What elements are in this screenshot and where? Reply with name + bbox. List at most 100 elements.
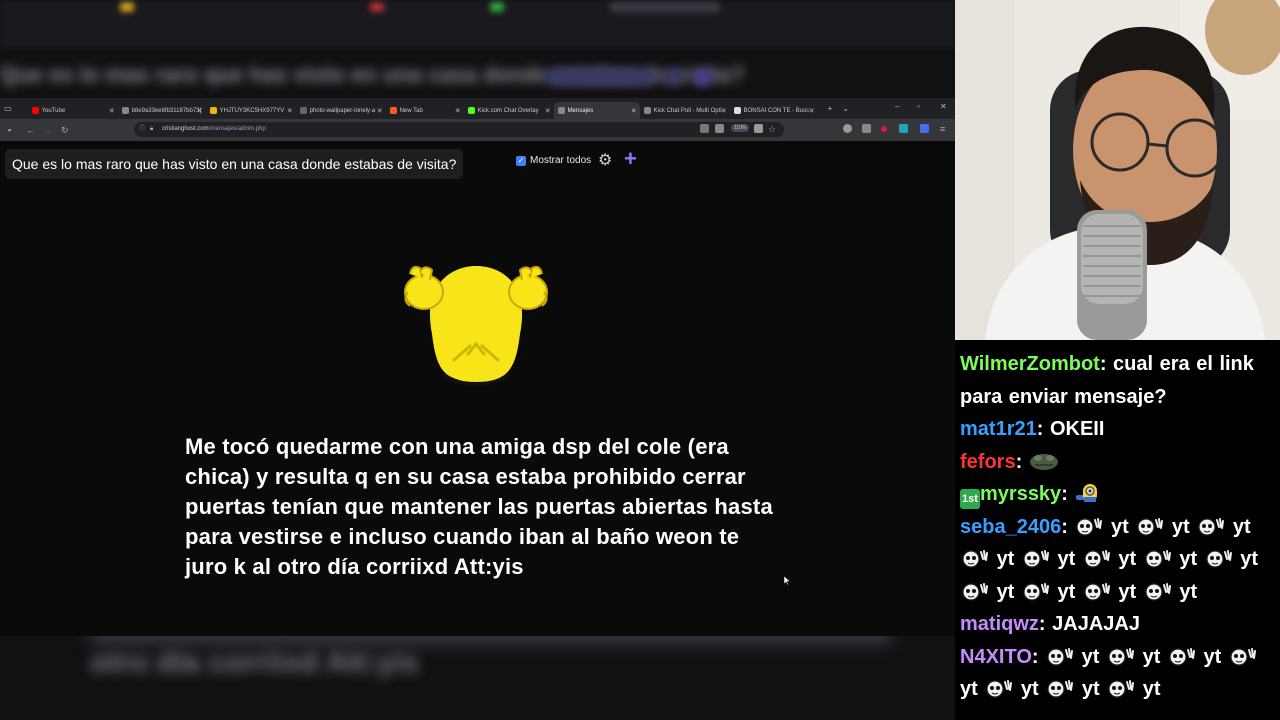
tab-7[interactable]: Kick Chat Poll - Multi Opti ✕ (640, 102, 730, 119)
lock-icon: 🔒︎ (150, 126, 154, 132)
blurred-message-tail: otro día corriixd Att:yis (90, 646, 419, 679)
tab-favicon-icon (643, 107, 651, 114)
wave-emote-icon (962, 550, 988, 568)
tab-1[interactable]: b8e9a33ee6fb31187bb73(✕ (118, 102, 206, 119)
blurred-top-bar (0, 0, 955, 48)
tab-label: photo-wallpaper-lonely-a (309, 107, 376, 114)
tab-label: b8e9a33ee6fb31187bb73( (131, 107, 202, 114)
chat-message: mat1r21: OKEII (960, 418, 1105, 440)
forward-icon[interactable]: → (43, 125, 52, 135)
gear-icon[interactable]: ⚙ (598, 153, 612, 169)
reload-icon[interactable]: ↻ (61, 125, 69, 135)
new-tab-icon[interactable]: + (828, 104, 833, 113)
wave-emote-icon (1206, 550, 1232, 568)
tab-4[interactable]: New Tab ✕ (386, 102, 464, 119)
page-header: Que es lo mas raro que has visto en una … (0, 144, 955, 184)
wave-emote-icon (986, 680, 1013, 698)
chat-username[interactable]: myrssky (980, 483, 1061, 505)
url-input[interactable]: ⓘ 🔒︎ cristianghost.com/mensajes/admin.ph… (134, 122, 784, 137)
tab-search-icon[interactable]: ⌄ (842, 104, 849, 113)
checkbox-check-icon[interactable]: ✓ (516, 155, 526, 166)
chat-username[interactable]: mat1r21 (960, 418, 1037, 440)
tab-close-icon[interactable]: ✕ (545, 107, 551, 115)
wave-emote-icon (962, 582, 988, 601)
chat-text: yt (1179, 580, 1198, 603)
show-all-label: Mostrar todos (530, 155, 592, 166)
tab-label: Mensajes (567, 107, 594, 114)
chat-text: yt (1171, 515, 1190, 538)
chat-text: OKEII (1049, 418, 1105, 440)
tab-5[interactable]: Kick.com Chat Overlay ✕ (464, 102, 554, 119)
minimize-icon[interactable]: – (895, 102, 899, 111)
tab-0[interactable]: YouTube ✕ (28, 102, 118, 119)
record-extension-icon[interactable] (881, 126, 887, 132)
chat-username[interactable]: N4XITO (960, 646, 1032, 668)
close-window-icon[interactable]: ✕ (940, 102, 947, 111)
chat-text: yt (1110, 515, 1129, 538)
tab-close-icon[interactable]: ✕ (631, 107, 637, 115)
chat-message: fefors: (960, 446, 1280, 479)
extension-icon-2[interactable] (862, 124, 871, 133)
chat-text: yt (1142, 645, 1161, 668)
chat-panel: WilmerZombot: cual era el link para envi… (955, 340, 1280, 720)
translate-icon[interactable] (715, 124, 724, 133)
tab-8[interactable]: BONSAI CON TE - Busc ✕ (730, 102, 818, 119)
tab-favicon-icon (389, 107, 397, 114)
address-bar: ▪ ← → ↻ ⓘ 🔒︎ cristianghost.com/mensajes/… (0, 119, 955, 141)
tab-close-icon[interactable]: ✕ (721, 107, 727, 115)
url-path: /mensajes/admin.php (208, 126, 266, 132)
add-icon[interactable]: + (624, 148, 637, 170)
chat-text: yt (1203, 645, 1222, 668)
back-icon[interactable]: ← (26, 125, 35, 135)
extension-icon[interactable] (754, 124, 763, 133)
tab-2[interactable]: YHJTUY3KC5HX977YV ✕ (206, 102, 296, 119)
wave-emote-icon (1076, 517, 1103, 536)
wave-emote-icon (1145, 550, 1171, 568)
message-text: Me tocó quedarme con una amiga dsp del c… (185, 434, 773, 579)
maximize-icon[interactable]: ▫ (917, 102, 920, 111)
show-all-checkbox[interactable]: ✓ Mostrar todos (516, 155, 591, 166)
bookmark-star-icon[interactable]: ☆ (768, 124, 776, 134)
tab-close-icon[interactable]: ✕ (809, 107, 815, 115)
wave-emote-icon (1084, 550, 1110, 568)
chat-username[interactable]: matiqwz (960, 613, 1039, 635)
wave-emote-icon (1230, 647, 1256, 666)
tab-close-icon[interactable]: ✕ (377, 107, 383, 115)
tab-actions-icon[interactable]: ▭ (4, 104, 12, 113)
tab-label: YHJTUY3KC5HX977YV (219, 107, 285, 114)
chat-message: WilmerZombot: cual era el link para envi… (960, 353, 1254, 408)
covering-face-emoji-icon (404, 265, 548, 386)
tab-close-icon[interactable]: ✕ (287, 107, 293, 115)
tab-3[interactable]: photo-wallpaper-lonely-a ✕ (296, 102, 386, 119)
chat-message: N4XITO: yt yt yt yt yt yt yt (960, 641, 1280, 706)
chat-username[interactable]: WilmerZombot (960, 353, 1100, 375)
menu-icon[interactable]: ≡ (940, 124, 945, 134)
chat-username[interactable]: fefors (960, 451, 1016, 473)
chat-text: yt (996, 548, 1015, 570)
tab-close-icon[interactable]: ✕ (197, 107, 203, 115)
cast-icon[interactable] (700, 124, 709, 133)
tab-favicon-icon (733, 107, 741, 114)
wave-emote-icon (1108, 647, 1135, 666)
wave-emote-icon (1047, 647, 1074, 666)
extension-icon-3[interactable] (899, 124, 908, 133)
tab-favicon-icon (299, 107, 307, 114)
stream-frame: Que es lo mas raro que has visto en una … (0, 0, 1280, 720)
chat-text: yt (996, 580, 1015, 603)
chat-text: yt (1240, 548, 1259, 570)
tab-close-icon[interactable]: ✕ (109, 107, 115, 115)
tab-label: Kick Chat Poll - Multi Opti (653, 107, 722, 114)
zoom-badge[interactable]: 110% (731, 124, 750, 132)
wave-emote-icon (1047, 680, 1074, 698)
sidebar-icon[interactable]: ▪ (8, 125, 11, 135)
wave-emote-icon (1198, 517, 1225, 536)
chat-username[interactable]: seba_2406 (960, 516, 1061, 538)
wave-emote-icon (1108, 680, 1135, 698)
site-info-icon[interactable]: ⓘ (139, 122, 145, 137)
tab-close-icon[interactable]: ✕ (455, 107, 461, 115)
chat-text: yt (1057, 580, 1076, 603)
extension-icon-4[interactable] (920, 124, 929, 133)
profile-icon[interactable] (843, 124, 852, 133)
tab-6[interactable]: Mensajes ✕ (553, 102, 640, 119)
question-title: Que es lo mas raro que has visto en una … (5, 149, 464, 179)
